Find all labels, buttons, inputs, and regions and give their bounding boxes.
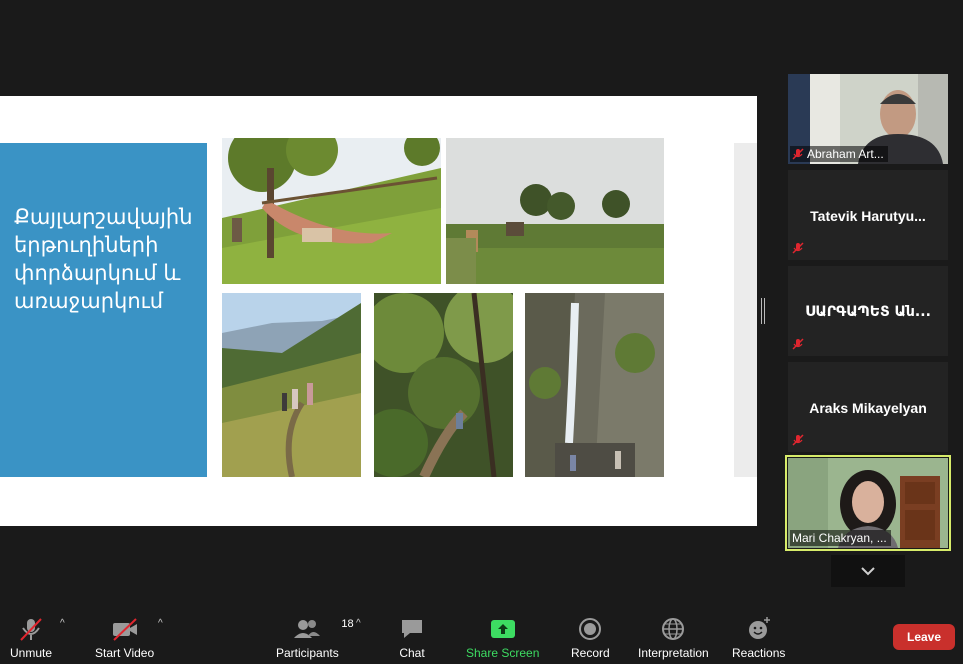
photo-hammock bbox=[222, 138, 441, 284]
start-video-label: Start Video bbox=[95, 646, 155, 660]
participants-button[interactable]: 18 Participants bbox=[276, 614, 354, 660]
photo-meadow bbox=[446, 138, 664, 284]
start-video-button[interactable]: Start Video bbox=[95, 614, 154, 660]
globe-icon bbox=[662, 618, 685, 640]
interpretation-label: Interpretation bbox=[638, 646, 709, 660]
interpretation-button[interactable]: Interpretation bbox=[638, 614, 709, 660]
slide-title-line-4: առաջարկում bbox=[14, 289, 164, 313]
mic-muted-icon bbox=[792, 242, 804, 254]
chevron-down-icon bbox=[861, 567, 875, 576]
reactions-label: Reactions bbox=[732, 646, 786, 660]
unmute-button[interactable]: Unmute bbox=[10, 614, 52, 660]
mic-muted-icon bbox=[20, 618, 42, 641]
video-off-icon bbox=[112, 618, 137, 641]
share-screen-button[interactable]: Share Screen bbox=[466, 614, 539, 660]
participants-count: 18 bbox=[341, 618, 354, 630]
reactions-button[interactable]: Reactions bbox=[732, 614, 785, 660]
participant-tile-sargapet[interactable]: ՍԱՐԳԱՊԵՏ Ան... bbox=[788, 266, 948, 356]
mic-muted-icon bbox=[792, 148, 804, 160]
participant-name: ՍԱՐԳԱՊԵՏ Ան... bbox=[805, 304, 931, 320]
participant-name: Tatevik Harutyu... bbox=[810, 208, 926, 224]
slide-title-line-1: Քայլարշավային bbox=[14, 205, 193, 229]
participant-name: Araks Mikayelyan bbox=[809, 400, 927, 416]
smiley-plus-icon bbox=[748, 617, 770, 639]
active-speaker-border bbox=[785, 455, 951, 551]
video-options-caret[interactable]: ^ bbox=[158, 618, 163, 629]
participants-options-caret[interactable]: ^ bbox=[356, 618, 361, 629]
meeting-toolbar: Unmute ^ Start Video ^ 18 Participants ^ bbox=[0, 604, 963, 664]
participant-tile-araks[interactable]: Araks Mikayelyan bbox=[788, 362, 948, 452]
chat-label: Chat bbox=[399, 646, 425, 660]
record-button[interactable]: Record bbox=[571, 614, 610, 660]
chat-bubble-icon bbox=[402, 620, 422, 638]
shared-screen-slide: Քայլարշավային երթուղիների փորձարկում և ա… bbox=[0, 96, 757, 526]
photo-waterfall bbox=[525, 293, 664, 477]
participants-label: Participants bbox=[276, 646, 339, 660]
scroll-participants-down-button[interactable] bbox=[831, 555, 905, 587]
photo-forest-trail bbox=[374, 293, 513, 477]
participant-name-label: Abraham Art... bbox=[790, 146, 888, 162]
photo-ridge-hikers bbox=[222, 293, 361, 477]
slide-title-panel: Քայլարշավային երթուղիների փորձարկում և ա… bbox=[0, 143, 207, 477]
record-label: Record bbox=[571, 646, 610, 660]
audio-options-caret[interactable]: ^ bbox=[60, 618, 65, 629]
panel-splitter-handle[interactable] bbox=[761, 298, 765, 324]
mic-muted-icon bbox=[792, 434, 804, 446]
slide-title-line-3: փորձարկում և bbox=[14, 261, 181, 285]
share-screen-label: Share Screen bbox=[466, 646, 540, 660]
record-icon bbox=[579, 618, 602, 640]
mic-muted-icon bbox=[792, 338, 804, 350]
leave-button[interactable]: Leave bbox=[893, 624, 955, 650]
participant-name: Abraham Art... bbox=[807, 147, 884, 161]
unmute-label: Unmute bbox=[10, 646, 53, 660]
chat-button[interactable]: Chat bbox=[399, 614, 425, 660]
slide-right-edge bbox=[734, 143, 757, 477]
people-icon bbox=[294, 620, 321, 638]
participant-tile-abraham[interactable]: Abraham Art... bbox=[788, 74, 948, 164]
share-up-arrow-icon bbox=[490, 620, 515, 638]
participant-tile-tatevik[interactable]: Tatevik Harutyu... bbox=[788, 170, 948, 260]
slide-title-line-2: երթուղիների bbox=[14, 233, 159, 257]
